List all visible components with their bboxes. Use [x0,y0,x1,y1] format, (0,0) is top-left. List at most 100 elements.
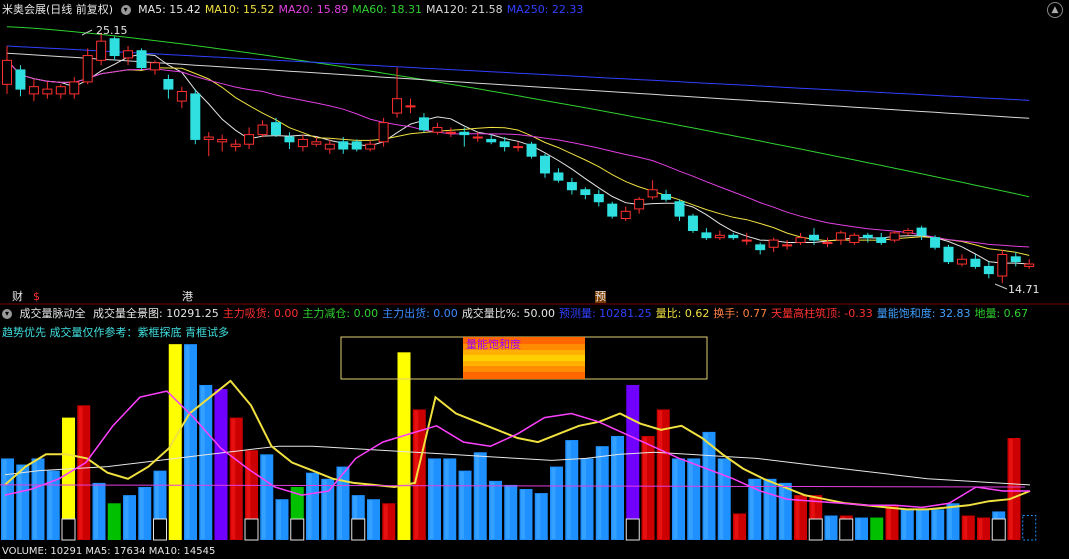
volume-bar-shade [597,447,602,539]
candle-body [15,69,26,90]
volume-bar-shade [444,459,449,539]
marker-dollar[interactable]: $ [33,291,40,303]
volume-bar-shade [94,483,98,539]
volume-bar-shade [521,490,525,539]
candle-body [257,124,268,136]
volume-bar-shade [78,406,83,539]
candle-body [661,194,672,200]
candle-body [943,246,954,263]
volume-indicator: 天量高柱筑顶: -0.33 [771,307,873,320]
candle-body [351,141,362,150]
volume-bar-shade [582,459,586,539]
volume-bar-shade [765,479,769,539]
candle-body [566,182,577,191]
candle-body [69,81,80,95]
volume-bar-shade [429,459,434,539]
candle-body [418,117,429,131]
marker-hk[interactable]: 港 [182,291,193,303]
candle-body [486,138,497,143]
volume-indicator: 主力减仓: 0.00 [302,307,379,320]
candle-body [997,253,1008,277]
candle-body [271,122,281,136]
candle-body [916,227,927,236]
candle-body [930,237,941,248]
candle-body [28,86,39,95]
candle-body [647,189,658,198]
volume-bar-shade [948,504,952,539]
candle-body [217,138,228,143]
candle-body [378,122,389,143]
volume-bar-shade [566,441,571,539]
candle-body [176,90,187,102]
candle-body [553,172,564,181]
candle-body [714,234,725,239]
volume-bar [107,503,121,540]
volume-bar-shade [1009,439,1013,539]
volume-signal-box [153,518,167,541]
candle-body [2,59,12,85]
subpanel-title: 成交量脉动全 [19,307,86,320]
candle-body [136,50,147,69]
volume-bar [397,352,411,540]
candle-body [889,232,900,241]
volume-bar-shade [322,479,327,539]
candle-body [849,234,860,243]
candle-body [499,141,510,148]
candle-body [540,155,550,174]
low-pointer [994,283,1008,290]
candle-body [903,229,914,234]
candle-body [1024,263,1035,267]
volume-bar-shade [673,459,678,539]
candle-body [472,136,483,139]
candle-body [701,232,712,239]
candle-body [42,88,53,95]
volume-bar-shade [719,459,724,539]
volume-bar-shade [231,418,236,539]
volume-bar-shade [139,487,144,539]
candle-body [96,40,107,61]
volume-signal-box [808,518,823,541]
candle-body [970,258,981,267]
chevron-down-icon[interactable]: ▾ [2,309,12,319]
high-label: 25.15 [96,24,128,37]
candle-body [244,134,255,145]
ma120-line [6,52,1030,119]
candle-body [311,141,322,145]
candle-body [822,241,833,244]
volume-signal-box [61,518,76,541]
volume-bar [626,384,640,540]
marker-forecast[interactable]: 预 [595,291,606,303]
candle-body [956,258,967,265]
candle-body [55,86,66,95]
volume-signal-box [351,518,366,541]
volume-footer: VOLUME: 10291 MA5: 17634 MA10: 14545 [2,546,216,557]
volume-bar-shade [780,483,785,539]
volume-bar-shade [734,514,739,539]
candle-body [674,201,685,217]
volume-indicator: 主力出货: 0.00 [382,307,458,320]
candle-body [149,62,160,71]
marker-finance[interactable]: 财 [12,291,23,303]
volume-bar-shade [261,455,266,539]
volume-signal-box [625,518,640,541]
candle-body [607,203,618,217]
candle-body [1010,256,1021,263]
candle-body [297,138,308,148]
volume-bar-shade [200,385,205,539]
volume-bar-shade [383,504,388,539]
candle-body [593,194,604,203]
saturation-box: 量能饱和度 [340,336,708,380]
volume-bar-shade [2,459,7,539]
volume-bar-shade [490,481,495,539]
volume-bar [168,344,182,540]
candle-body [580,189,591,196]
candle-body [634,198,645,210]
candles [2,32,1035,283]
candle-body [284,136,295,143]
volume-bar-shade [551,467,556,539]
candle-body [768,239,779,248]
volume-bar-shade [887,506,891,539]
volume-signal-box [244,518,259,541]
candle-body [432,126,443,133]
volume-bar [1022,515,1037,541]
